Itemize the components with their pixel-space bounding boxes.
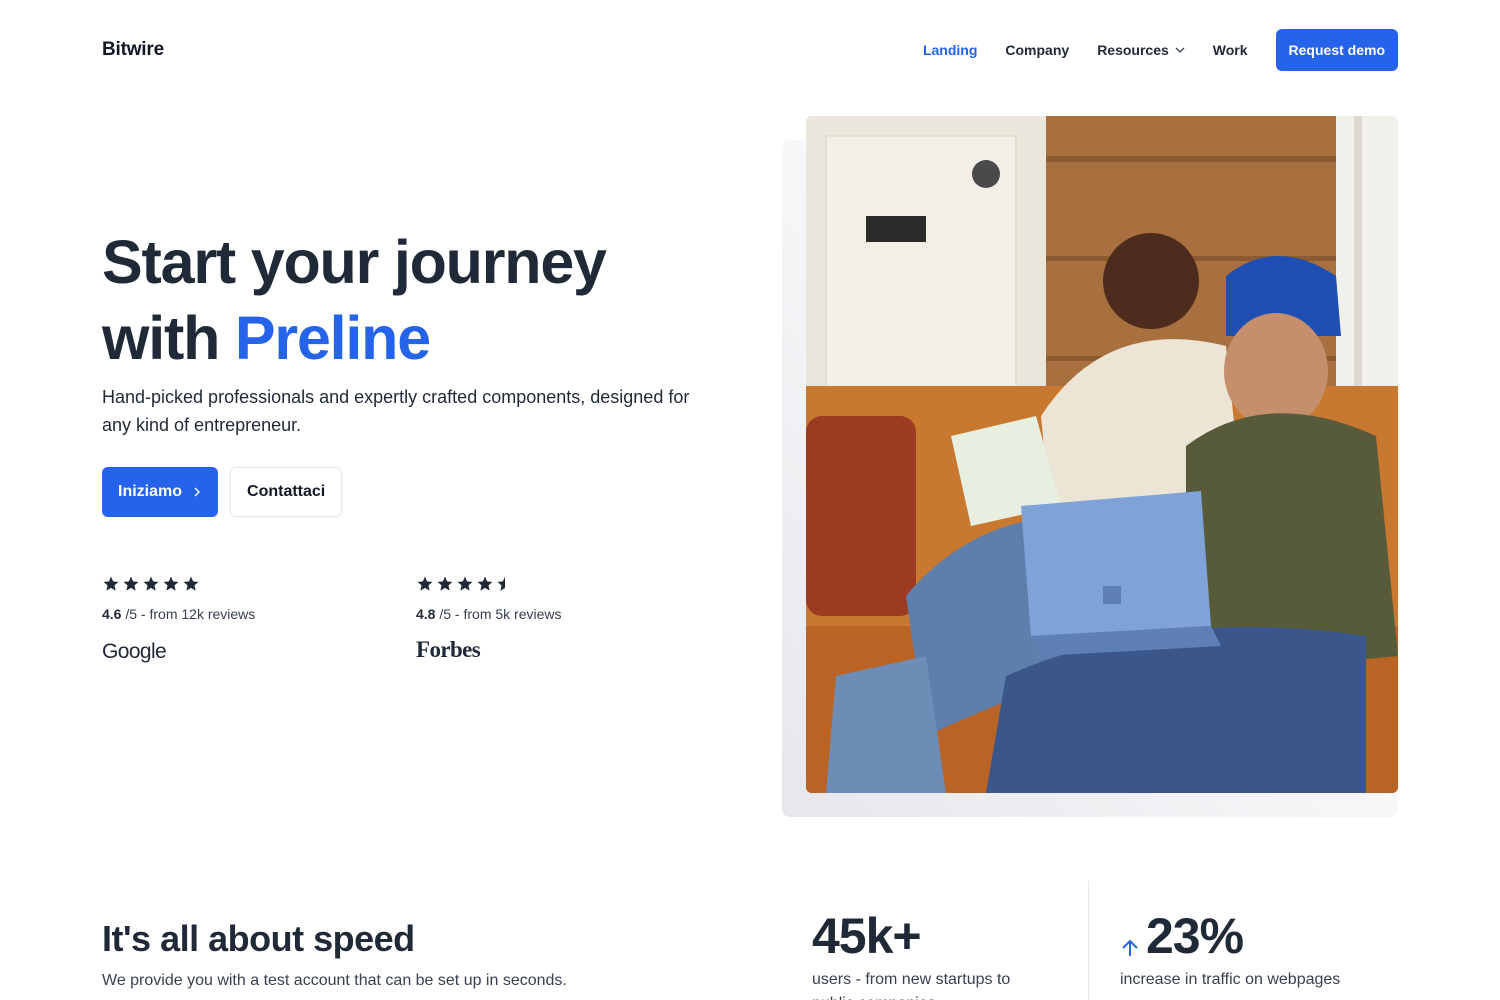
half-star-icon [497,576,505,591]
rating-forbes: 4.8 /5 - from 5k reviews Forbes [416,575,562,663]
hero-title-line1: Start your journey [102,228,607,296]
star-rating [416,575,562,595]
stat-traffic: 23% increase in traffic on webpages [1120,906,1370,992]
star-icon [183,576,199,591]
rating-text: 4.8 /5 - from 5k reviews [416,606,562,622]
google-logo: Google [102,640,167,663]
stat-value: 45k+ [812,908,922,964]
star-icon [437,576,453,591]
main-nav: Landing Company Resources Work Request d… [923,29,1398,71]
stat-description: increase in traffic on webpages [1120,971,1341,988]
stat-value: 23% [1146,908,1244,964]
stat-divider [1088,881,1089,1000]
star-icon [417,576,433,591]
star-rating [102,575,255,595]
hero-subtitle: Hand-picked professionals and expertly c… [102,387,690,435]
nav-company[interactable]: Company [1005,42,1069,58]
hero-buttons: Iniziamo Contattaci [102,467,343,517]
get-started-button[interactable]: Iniziamo [102,467,219,517]
brand-logo[interactable]: Bitwire [102,39,164,61]
hero-title-accent: Preline [234,304,431,372]
speed-title: It's all about speed [102,918,415,959]
hero-photo-illustration [806,116,1398,793]
stat-description: users - from new startups to public comp… [812,971,1011,1000]
star-icon [457,576,473,591]
forbes-logo: Forbes [416,637,481,662]
chevron-down-icon [1175,47,1185,53]
nav-landing[interactable]: Landing [923,42,977,58]
get-started-label: Iniziamo [118,483,183,500]
rating-suffix: /5 - from 12k reviews [125,606,256,622]
rating-score: 4.8 [416,606,436,622]
rating-suffix: /5 - from 5k reviews [439,606,562,622]
star-icon [163,576,179,591]
rating-google: 4.6 /5 - from 12k reviews Google [102,575,255,664]
nav-resources-label: Resources [1097,42,1169,58]
rating-score: 4.6 [102,606,122,622]
star-icon [477,576,493,591]
stat-users: 45k+ users - from new startups to public… [812,906,1042,1000]
speed-subtitle: We provide you with a test account that … [102,972,567,989]
hero-title: Start your journey with Preline [102,224,762,376]
star-icon [143,576,159,591]
hero-title-line2-prefix: with [102,304,235,372]
rating-text: 4.6 /5 - from 12k reviews [102,606,255,622]
star-icon [103,576,119,591]
arrow-up-icon [1122,939,1138,956]
nav-work[interactable]: Work [1213,42,1248,58]
nav-resources[interactable]: Resources [1097,42,1185,58]
chevron-right-icon [194,487,201,497]
contact-button[interactable]: Contattaci [230,467,343,517]
hero-photo [806,116,1398,793]
site-header: Bitwire Landing Company Resources Work R… [102,29,1398,71]
request-demo-button[interactable]: Request demo [1275,29,1398,71]
star-icon [123,576,139,591]
